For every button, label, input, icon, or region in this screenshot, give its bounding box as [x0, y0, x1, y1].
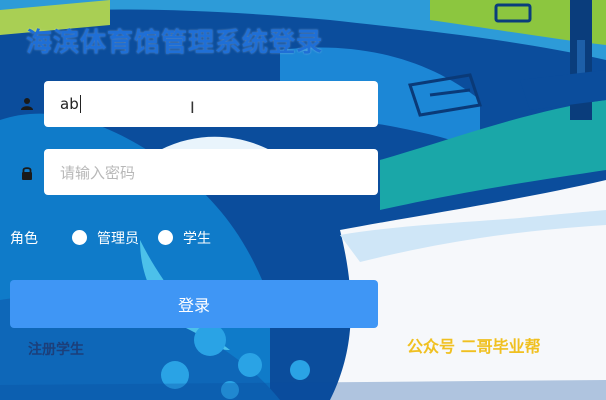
username-value: ab	[60, 95, 79, 113]
role-label: 角色	[10, 231, 38, 247]
login-button[interactable]: 登录	[10, 280, 378, 328]
radio-student[interactable]	[158, 230, 173, 245]
radio-admin-label: 管理员	[97, 231, 139, 247]
lock-icon	[22, 167, 32, 180]
register-student-link[interactable]: 注册学生	[28, 339, 84, 359]
radio-admin[interactable]	[72, 230, 87, 245]
watermark-text: 公众号 二哥毕业帮	[407, 337, 541, 356]
password-field[interactable]: 请输入密码	[44, 149, 378, 195]
username-field[interactable]: ab	[44, 81, 378, 127]
radio-student-label: 学生	[183, 231, 211, 247]
ibeam-cursor-icon: I	[190, 98, 195, 117]
page-title: 海滨体育馆管理系统登录	[26, 28, 324, 58]
password-placeholder: 请输入密码	[60, 163, 136, 182]
text-caret	[79, 95, 81, 113]
user-icon	[21, 98, 33, 110]
